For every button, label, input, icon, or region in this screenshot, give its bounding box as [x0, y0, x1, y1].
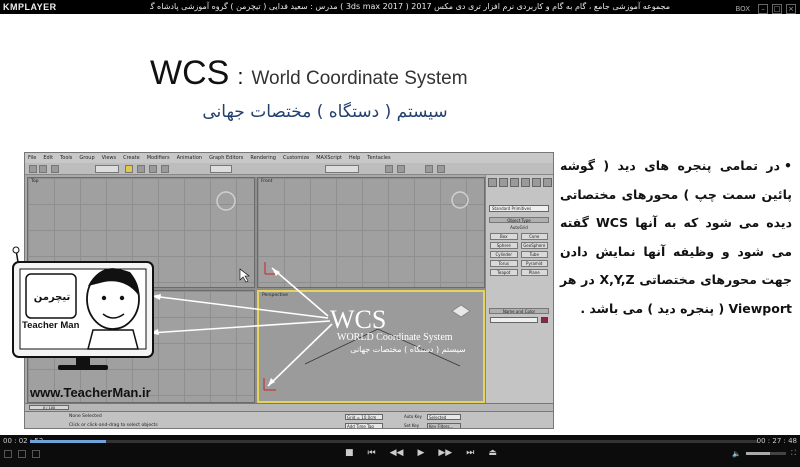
stop-icon[interactable]: ■ — [345, 448, 354, 458]
forward-icon[interactable]: ▶▶ — [438, 448, 452, 458]
arrow-heads — [150, 268, 280, 386]
player-logo[interactable]: KMPLAYER — [3, 0, 57, 14]
subtitle-icon[interactable] — [32, 450, 40, 458]
video-frame[interactable]: WCS: World Coordinate System سیستم ( دستگ… — [0, 14, 800, 435]
viewcube-perspective-icon — [451, 304, 471, 318]
video-title: مجموعه آموزشی جامع ، گام به گام و کاربرد… — [150, 2, 670, 11]
next-icon[interactable]: ⏭ — [466, 448, 474, 458]
viewcube-front-icon — [451, 191, 469, 209]
volume-slider[interactable] — [746, 452, 787, 455]
mouse-cursor-icon — [239, 268, 250, 283]
minimize-icon[interactable]: – — [758, 4, 768, 14]
overlay-wcs: WCS — [330, 305, 387, 334]
rewind-icon[interactable]: ◀◀ — [390, 448, 404, 458]
overlay-wcs-full: WORLD Coordinate System — [337, 332, 453, 343]
teacherman-badge: تیچرمن Teacher Man — [8, 244, 163, 374]
monitor-stand — [58, 365, 108, 370]
right-controls: 🔈 ⛶ — [732, 449, 796, 458]
teacherman-name: Teacher Man — [22, 320, 80, 331]
speaker-icon[interactable]: 🔈 — [732, 450, 741, 458]
viewcube-top-icon — [216, 191, 236, 211]
previous-icon[interactable]: ⏮ — [368, 448, 376, 458]
seek-progress — [30, 440, 106, 443]
overlay-wcs-fa: سیستم ( دستگاه ) مختصات جهانی — [350, 345, 466, 354]
fullscreen-icon[interactable]: ⛶ — [791, 449, 796, 458]
play-icon[interactable]: ▶ — [417, 448, 424, 458]
left-controls — [4, 450, 40, 458]
close-icon[interactable]: × — [786, 4, 796, 14]
settings-icon[interactable] — [4, 450, 12, 458]
volume-level — [746, 452, 771, 455]
player-window: KMPLAYER مجموعه آموزشی جامع ، گام به گام… — [0, 0, 800, 467]
title-bar: KMPLAYER مجموعه آموزشی جامع ، گام به گام… — [0, 0, 800, 14]
seek-bar[interactable] — [30, 440, 758, 443]
annotation-arrows — [149, 267, 333, 387]
teacherman-illustration — [12, 246, 154, 370]
player-controls: 00 : 02 : 52 00 : 27 : 48 ■ ⏮ ◀◀ ▶ ▶▶ ⏭ … — [0, 435, 800, 467]
total-time: 00 : 27 : 48 — [756, 437, 797, 445]
playback-controls: ■ ⏮ ◀◀ ▶ ▶▶ ⏭ ⏏ — [345, 448, 497, 458]
teacherman-logo-fa: تیچرمن — [33, 292, 71, 303]
eject-icon[interactable]: ⏏ — [488, 448, 497, 458]
maximize-icon[interactable]: □ — [772, 4, 782, 14]
website-url[interactable]: www.TeacherMan.ir — [30, 385, 151, 400]
playlist-icon[interactable] — [18, 450, 26, 458]
